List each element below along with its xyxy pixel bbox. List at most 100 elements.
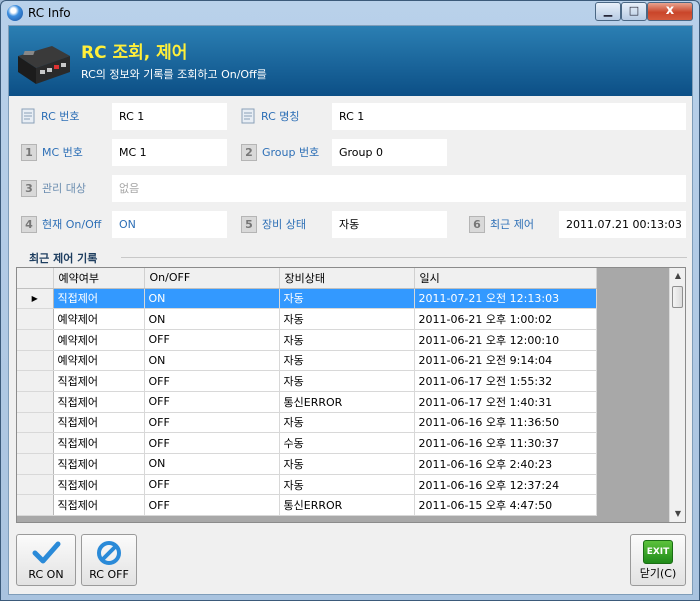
cell-reservation: 예약제어: [53, 350, 145, 372]
cell-datetime: 2011-06-17 오전 1:55:32: [414, 370, 597, 392]
checkmark-icon: [32, 541, 61, 564]
row-header-corner: [17, 268, 54, 289]
cell-device-status: 통신ERROR: [279, 391, 415, 413]
cell-reservation: 예약제어: [53, 329, 145, 351]
cell-device-status: 자동: [279, 308, 415, 330]
cell-onoff: OFF: [144, 474, 280, 496]
close-window-button[interactable]: x: [647, 2, 693, 21]
table-row[interactable]: 직접제어 OFF 통신ERROR 2011-06-15 오후 4:47:50: [17, 494, 597, 517]
table-row[interactable]: ▶ 직접제어 ON 자동 2011-07-21 오전 12:13:03: [17, 288, 597, 310]
page-subtitle: RC의 정보와 기록를 조회하고 On/Off를: [81, 68, 267, 81]
rc-off-label: RC OFF: [89, 568, 129, 581]
document-icon: [241, 108, 255, 124]
column-header-onoff[interactable]: On/OFF: [144, 268, 280, 289]
table-row[interactable]: 직접제어 OFF 자동 2011-06-16 오후 11:36:50: [17, 412, 597, 434]
field-number-badge: 4: [21, 215, 37, 233]
row-header[interactable]: [17, 453, 54, 475]
table-row[interactable]: 직접제어 OFF 수동 2011-06-16 오후 11:30:37: [17, 432, 597, 454]
cell-datetime: 2011-06-16 오후 11:36:50: [414, 412, 597, 434]
group-number-value: Group 0: [332, 139, 447, 166]
cell-device-status: 자동: [279, 350, 415, 372]
table-row[interactable]: 예약제어 ON 자동 2011-06-21 오전 9:14:04: [17, 350, 597, 372]
field-number-badge: 6: [469, 215, 485, 233]
cell-device-status: 자동: [279, 370, 415, 392]
cell-onoff: OFF: [144, 432, 280, 454]
rc-number-label-text: RC 번호: [41, 110, 80, 123]
scroll-up-icon[interactable]: ▲: [670, 268, 685, 284]
section-divider: [121, 257, 687, 258]
rc-name-value: RC 1: [332, 103, 686, 130]
scroll-down-icon[interactable]: ▼: [670, 506, 685, 522]
cell-datetime: 2011-06-16 오후 11:30:37: [414, 432, 597, 454]
column-header-reservation[interactable]: 예약여부: [53, 268, 145, 289]
last-control-label-text: 최근 제어: [490, 218, 534, 231]
table-row[interactable]: 직접제어 ON 자동 2011-06-16 오후 2:40:23: [17, 453, 597, 475]
row-header[interactable]: [17, 370, 54, 392]
field-number-badge: 1: [21, 143, 37, 161]
window-title: RC Info: [28, 6, 71, 20]
table-row[interactable]: 예약제어 OFF 자동 2011-06-21 오후 12:00:10: [17, 329, 597, 351]
header-banner: RC 조회, 제어 RC의 정보와 기록를 조회하고 On/Off를: [9, 26, 692, 96]
history-body: ▶ 직접제어 ON 자동 2011-07-21 오전 12:13:03 예약제어 ON 자동 2…: [17, 288, 597, 517]
scroll-thumb[interactable]: [672, 286, 683, 308]
close-label: 닫기(C): [639, 567, 677, 580]
cell-datetime: 2011-06-17 오전 1:40:31: [414, 391, 597, 413]
page-title: RC 조회, 제어: [81, 43, 188, 63]
cell-datetime: 2011-06-16 오후 12:37:24: [414, 474, 597, 496]
group-number-label-text: Group 번호: [262, 146, 320, 159]
field-number-badge: 5: [241, 215, 257, 233]
row-header[interactable]: [17, 329, 54, 351]
history-header-row: 예약여부 On/OFF 장비상태 일시: [17, 268, 597, 289]
row-header[interactable]: [17, 308, 54, 330]
cell-datetime: 2011-06-21 오전 9:14:04: [414, 350, 597, 372]
rc-number-label: RC 번호: [21, 105, 80, 127]
column-header-datetime[interactable]: 일시: [414, 268, 597, 289]
close-button[interactable]: EXIT 닫기(C): [630, 534, 686, 586]
row-header[interactable]: [17, 474, 54, 496]
cell-reservation: 예약제어: [53, 308, 145, 330]
cell-reservation: 직접제어: [53, 474, 145, 496]
cell-onoff: OFF: [144, 329, 280, 351]
row-header[interactable]: [17, 412, 54, 434]
rc-device-icon: [18, 46, 70, 84]
title-bar[interactable]: RC Info ▁ □ x: [1, 1, 699, 25]
table-row[interactable]: 직접제어 OFF 자동 2011-06-17 오전 1:55:32: [17, 370, 597, 392]
cell-onoff: ON: [144, 288, 280, 310]
mc-number-label-text: MC 번호: [42, 146, 83, 159]
cell-datetime: 2011-07-21 오전 12:13:03: [414, 288, 597, 310]
minimize-button[interactable]: ▁: [595, 2, 621, 21]
table-row[interactable]: 직접제어 OFF 통신ERROR 2011-06-17 오전 1:40:31: [17, 391, 597, 413]
group-number-label: 2 Group 번호: [241, 141, 319, 163]
client-area: RC 조회, 제어 RC의 정보와 기록를 조회하고 On/Off를 RC 번호…: [8, 25, 693, 595]
rc-on-button[interactable]: RC ON: [16, 534, 76, 586]
managed-target-value: 없음: [112, 175, 686, 202]
history-grid[interactable]: 예약여부 On/OFF 장비상태 일시 ▶ 직접제어 ON 자동 2011-07-21 …: [16, 267, 686, 523]
rc-off-button[interactable]: RC OFF: [81, 534, 137, 586]
device-status-label-text: 장비 상태: [262, 218, 306, 231]
table-row[interactable]: 직접제어 OFF 자동 2011-06-16 오후 12:37:24: [17, 474, 597, 496]
table-row[interactable]: 예약제어 ON 자동 2011-06-21 오후 1:00:02: [17, 308, 597, 330]
cell-device-status: 통신ERROR: [279, 494, 415, 517]
row-header[interactable]: [17, 391, 54, 413]
app-globe-icon: [7, 5, 23, 21]
maximize-button[interactable]: □: [621, 2, 647, 21]
row-header[interactable]: ▶: [17, 288, 54, 310]
row-header[interactable]: [17, 494, 54, 517]
rc-name-label: RC 명칭: [241, 105, 300, 127]
last-control-label: 6 최근 제어: [469, 213, 534, 235]
row-header[interactable]: [17, 432, 54, 454]
history-table: 예약여부 On/OFF 장비상태 일시 ▶ 직접제어 ON 자동 2011-07-21 …: [17, 268, 597, 517]
history-scrollbar[interactable]: ▲ ▼: [669, 268, 685, 522]
exit-icon: EXIT: [643, 540, 673, 566]
column-header-device-status[interactable]: 장비상태: [279, 268, 415, 289]
current-onoff-label-text: 현재 On/Off: [42, 218, 102, 231]
cell-onoff: OFF: [144, 391, 280, 413]
managed-target-label-text: 관리 대상: [42, 182, 86, 195]
managed-target-label: 3 관리 대상: [21, 177, 86, 199]
history-section-title: 최근 제어 기록: [29, 252, 98, 265]
cell-onoff: ON: [144, 308, 280, 330]
cell-device-status: 자동: [279, 329, 415, 351]
cell-reservation: 직접제어: [53, 288, 145, 310]
row-header[interactable]: [17, 350, 54, 372]
cell-device-status: 자동: [279, 453, 415, 475]
